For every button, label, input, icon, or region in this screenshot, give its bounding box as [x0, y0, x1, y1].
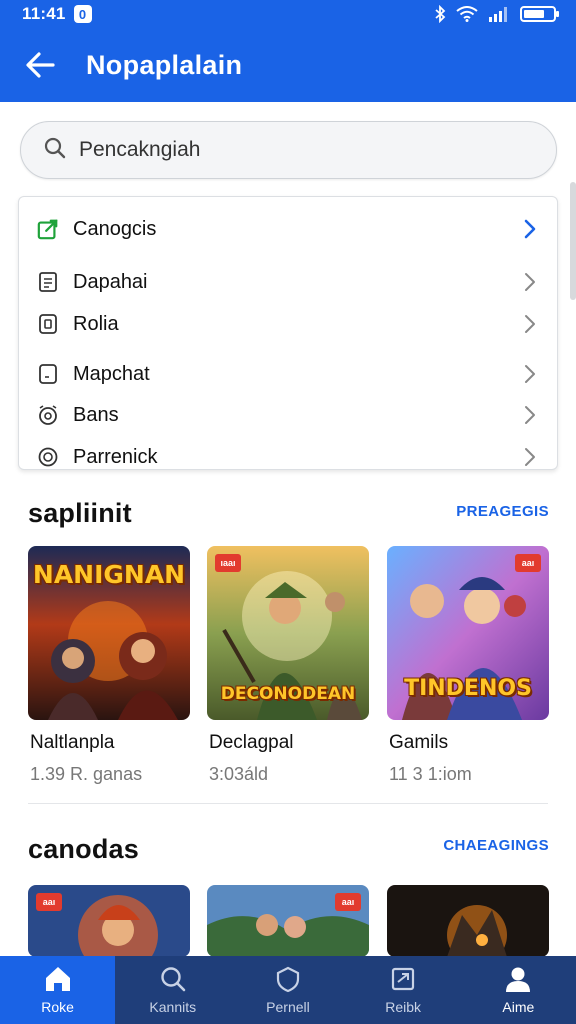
rating-tag: aaı — [335, 893, 361, 911]
search-icon — [43, 136, 67, 165]
section-divider — [28, 803, 548, 804]
home-icon — [45, 967, 70, 991]
game-card[interactable]: aaı — [28, 885, 190, 957]
section-title: canodas — [28, 834, 139, 864]
game-thumbnail[interactable]: aaı TINDENOS — [387, 546, 549, 720]
menu-item-parrenick[interactable]: Parrenick — [19, 437, 557, 469]
rating-tag: aaı — [36, 893, 62, 911]
menu-list: Canogcis Dapahai Rolia Mapchat Bans Parr — [18, 196, 558, 470]
see-all-link[interactable]: CHAEAGINGS — [443, 837, 549, 854]
game-card[interactable]: ıaaı DECONODEAN Declagpal 3:03áld — [207, 546, 369, 784]
menu-item-bans[interactable]: Bans — [19, 395, 557, 435]
game-thumbnail[interactable]: NANIGNAN — [28, 546, 190, 720]
game-title: Gamils — [389, 732, 449, 753]
game-meta: 3:03áld — [209, 764, 269, 784]
bluetooth-icon — [434, 5, 446, 23]
game-thumbnail[interactable]: aaı — [28, 885, 190, 957]
wifi-icon — [456, 6, 478, 22]
arrow-left-icon — [26, 52, 55, 78]
game-thumbnail[interactable]: ıaaı DECONODEAN — [207, 546, 369, 720]
rating-tag: ıaaı — [215, 554, 241, 572]
menu-item-label: Mapchat — [73, 362, 150, 385]
game-thumbnail[interactable]: aaı — [207, 885, 369, 957]
chevron-right-icon — [525, 365, 535, 383]
battery-icon — [520, 5, 560, 23]
shield-icon — [276, 966, 300, 993]
menu-item-label: Rolia — [73, 312, 119, 335]
game-title: Naltlanpla — [30, 732, 115, 753]
status-time: 11:41 — [22, 4, 66, 23]
game-logo: NANIGNAN — [32, 560, 186, 589]
menu-item-canogcis[interactable]: Canogcis — [19, 209, 557, 249]
signal-icon — [488, 6, 510, 22]
alarm-icon — [37, 404, 59, 426]
game-meta: 1.39 R. ganas — [30, 764, 143, 784]
game-logo: DECONODEAN — [220, 684, 356, 704]
game-card[interactable] — [387, 885, 549, 957]
search-bar[interactable] — [20, 121, 557, 179]
menu-item-dapahai[interactable]: Dapahai — [19, 262, 557, 302]
nav-item-profile[interactable]: Aime — [461, 956, 576, 1024]
edit-icon — [37, 218, 59, 240]
nav-item-home[interactable]: Roke — [0, 956, 116, 1024]
search-icon — [161, 967, 186, 992]
box-icon — [392, 967, 415, 991]
section-title: sapliinit — [28, 498, 132, 528]
chevron-right-icon — [525, 448, 535, 466]
game-meta: 11 3 1:iom — [389, 764, 472, 784]
document-icon — [37, 271, 59, 293]
chevron-right-icon — [525, 315, 535, 333]
nav-label: Pernell — [266, 999, 310, 1015]
menu-item-rolia[interactable]: Rolia — [19, 304, 557, 344]
game-card[interactable]: NANIGNAN Naltlanpla 1.39 R. ganas — [28, 546, 190, 784]
game-title: Declagpal — [209, 732, 294, 753]
status-bar: 11:41 0 — [0, 0, 576, 28]
menu-item-label: Parrenick — [73, 445, 158, 468]
circle-icon — [37, 446, 59, 468]
nav-label: Roke — [41, 999, 74, 1015]
game-card[interactable]: aaı TINDENOS Gamils 11 3 1:iom — [387, 546, 549, 784]
file-icon — [37, 313, 59, 335]
page-icon — [37, 363, 59, 385]
nav-label: Kannits — [149, 999, 197, 1015]
menu-item-label: Canogcis — [73, 217, 157, 240]
app-bar: Nopaplalain — [0, 28, 576, 102]
nav-item-box[interactable]: Reibk — [346, 956, 461, 1024]
back-button[interactable] — [24, 49, 56, 81]
search-input[interactable] — [79, 138, 499, 162]
rating-tag: aaı — [515, 554, 541, 572]
chevron-right-icon — [525, 406, 535, 424]
bottom-navigation: Roke Kannits Pernell Reibk Aime — [0, 956, 576, 1024]
nav-label: Aime — [502, 999, 535, 1015]
chevron-right-icon — [525, 273, 535, 291]
profile-icon — [506, 967, 531, 992]
notification-badge: 0 — [73, 5, 92, 23]
see-all-link[interactable]: PREAGEGIS — [456, 503, 549, 520]
menu-item-label: Bans — [73, 403, 119, 426]
nav-item-search[interactable]: Kannits — [115, 956, 230, 1024]
game-thumbnail[interactable] — [387, 885, 549, 957]
page-title: Nopaplalain — [86, 49, 243, 80]
chevron-right-icon — [524, 219, 536, 239]
menu-item-label: Dapahai — [73, 270, 148, 293]
game-card[interactable]: aaı — [207, 885, 369, 957]
menu-item-mapchat[interactable]: Mapchat — [19, 354, 557, 394]
scrollbar[interactable] — [570, 182, 576, 300]
game-logo: TINDENOS — [404, 676, 532, 701]
nav-item-shield[interactable]: Pernell — [230, 956, 345, 1024]
nav-label: Reibk — [385, 999, 422, 1015]
